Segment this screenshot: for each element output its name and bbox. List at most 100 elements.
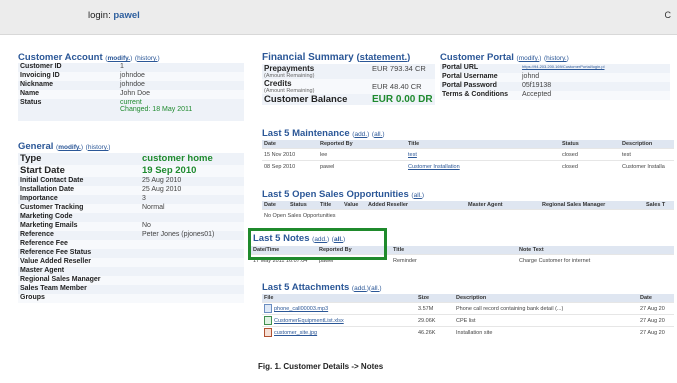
cell-file: customer_site.jpg	[262, 326, 416, 338]
login-username[interactable]: pawel	[113, 10, 139, 21]
opportunities-table: Date Status Title Value Added Reseller M…	[262, 201, 674, 221]
row-value: 1	[120, 63, 124, 70]
customer-portal-table: Portal URL https://94.203.200.169/Custome…	[440, 64, 670, 100]
opportunities-heading: Last 5 Open Sales Opportunities	[262, 189, 409, 200]
table-row[interactable]: customer_site.jpg 46.26K Installation si…	[262, 326, 674, 338]
column-header: File	[262, 294, 416, 303]
image-file-icon	[264, 328, 272, 337]
empty-row: No Open Sales Opportunities	[262, 209, 674, 221]
column-header: Regional Sales Manager	[540, 201, 644, 210]
opportunities-all-link[interactable]: all.	[414, 192, 422, 199]
customer-account-title: Customer Account (modify.) (history.)	[18, 52, 160, 63]
balance-value: EUR 0.00 DR	[372, 94, 433, 105]
row-value: johndoe	[120, 72, 145, 79]
status-value: current Changed: 18 May 2011	[118, 99, 244, 121]
cell-size: 3.57M	[416, 302, 454, 315]
portal-modify-link[interactable]: modify.	[519, 55, 539, 62]
row-value: Peter Jones (pjones01)	[142, 231, 215, 238]
corner-text: C	[664, 10, 672, 20]
column-header: Sales T	[644, 201, 674, 210]
attachments-add-link[interactable]: add.	[354, 285, 367, 292]
row-value	[140, 267, 244, 276]
cell-date: 27 Aug 20	[638, 326, 674, 338]
file-link[interactable]: phone_call00003.mp3	[274, 306, 328, 312]
row-label: Importance	[20, 195, 58, 202]
table-row[interactable]: 15 Nov 2010 lee test closed test	[262, 148, 674, 161]
opportunities-title: Last 5 Open Sales Opportunities (all.)	[262, 189, 425, 200]
general-row: Marketing Code	[18, 213, 244, 222]
credits-label-cell: Credits (Amount Remaining)	[262, 79, 370, 94]
prepayments-row: Prepayments (Amount Remaining) EUR 793.34…	[262, 64, 435, 79]
maintenance-title: Last 5 Maintenance (add.) (all.)	[262, 128, 385, 139]
column-header: Note Text	[517, 246, 674, 255]
general-row: Value Added Reseller	[18, 258, 244, 267]
portal-history-link[interactable]: history.	[546, 55, 566, 62]
row-label: Regional Sales Manager	[20, 276, 101, 283]
customer-id-row: Customer ID 1	[18, 63, 244, 72]
row-value: 05f19138	[522, 82, 552, 89]
column-header: Added Reseller	[366, 201, 466, 210]
general-row: Initial Contact Date 25 Aug 2010	[18, 177, 244, 186]
table-row[interactable]: phone_call00003.mp3 3.57M Phone call rec…	[262, 302, 674, 315]
customer-portal-heading: Customer Portal	[440, 52, 514, 63]
customer-account-heading: Customer Account	[18, 52, 103, 63]
row-label: Reference Fee	[20, 240, 68, 247]
table-row[interactable]: 08 Sep 2010 pawel Customer Installation …	[262, 160, 674, 172]
cell-status: closed	[560, 160, 620, 172]
general-row: Importance 3	[18, 195, 244, 204]
general-row: Master Agent	[18, 267, 244, 276]
balance-label: Customer Balance	[264, 94, 348, 105]
general-row: Reference Peter Jones (pjones01)	[18, 231, 244, 240]
row-label: Customer ID	[20, 63, 62, 70]
cell-title-link[interactable]: test	[406, 148, 560, 161]
file-link[interactable]: customer_site.jpg	[274, 330, 317, 336]
row-value: johnd	[522, 73, 540, 80]
status-changed: Changed: 18 May 2011	[120, 106, 193, 113]
file-link[interactable]: CustomerEquipmentList.xlsx	[274, 318, 344, 324]
cell-reported-by: pawel	[318, 160, 406, 172]
row-label: Master Agent	[20, 267, 65, 274]
customer-account-modify-link[interactable]: modify.	[107, 55, 130, 62]
general-row: Marketing Emails No	[18, 222, 244, 231]
portal-url-link[interactable]: https://94.203.200.169/CustomerPortal/lo…	[520, 64, 670, 73]
general-history-link[interactable]: history.	[88, 144, 108, 151]
attachments-table: File Size Description Date phone_call000…	[262, 294, 674, 338]
row-label: Value Added Reseller	[20, 258, 91, 265]
general-row: Reference Fee	[18, 240, 244, 249]
column-header: Date	[262, 140, 318, 149]
row-label: Terms & Conditions	[442, 91, 508, 98]
general-row: Sales Team Member	[18, 285, 244, 294]
customer-account-history-link[interactable]: history.	[137, 55, 157, 62]
cell-file: CustomerEquipmentList.xlsx	[262, 314, 416, 327]
row-value: johndoe	[120, 81, 145, 88]
maintenance-add-link[interactable]: add.	[354, 131, 367, 138]
status-badge: current	[120, 99, 142, 106]
financial-summary-title: Financial Summary (statement.)	[262, 52, 411, 63]
general-heading: General	[18, 141, 54, 152]
portal-password-row: Portal Password 05f19138	[440, 82, 670, 91]
start-date-row: Start Date 19 Sep 2010	[18, 165, 244, 177]
cell-size: 29.06K	[416, 314, 454, 327]
column-header: Title	[391, 246, 517, 255]
cell-reported-by: lee	[318, 148, 406, 161]
login-label: login:	[88, 10, 111, 21]
portal-url-row: Portal URL https://94.203.200.169/Custome…	[440, 64, 670, 73]
cell-file: phone_call00003.mp3	[262, 302, 416, 315]
cell-size: 46.26K	[416, 326, 454, 338]
cell-title-link[interactable]: Customer Installation	[406, 160, 560, 172]
invoicing-id-row: Invoicing ID johndoe	[18, 72, 244, 81]
statement-link[interactable]: statement.	[360, 52, 408, 63]
row-label: Reference	[20, 231, 54, 238]
maintenance-table: Date Reported By Title Status Descriptio…	[262, 140, 674, 172]
figure-caption: Fig. 1. Customer Details -> Notes	[258, 362, 384, 371]
row-value: No	[142, 222, 151, 229]
row-value	[140, 249, 244, 258]
row-label: Groups	[20, 294, 45, 301]
financial-summary-table: Prepayments (Amount Remaining) EUR 793.34…	[262, 64, 435, 105]
cell-description: Installation site	[454, 326, 638, 338]
table-row[interactable]: CustomerEquipmentList.xlsx 29.06K CPE li…	[262, 314, 674, 327]
general-modify-link[interactable]: modify.	[58, 144, 81, 151]
row-value: 25 Aug 2010	[142, 186, 182, 193]
credits-row: Credits (Amount Remaining) EUR 48.40 CR	[262, 79, 435, 94]
terms-row: Terms & Conditions Accepted	[440, 91, 670, 100]
